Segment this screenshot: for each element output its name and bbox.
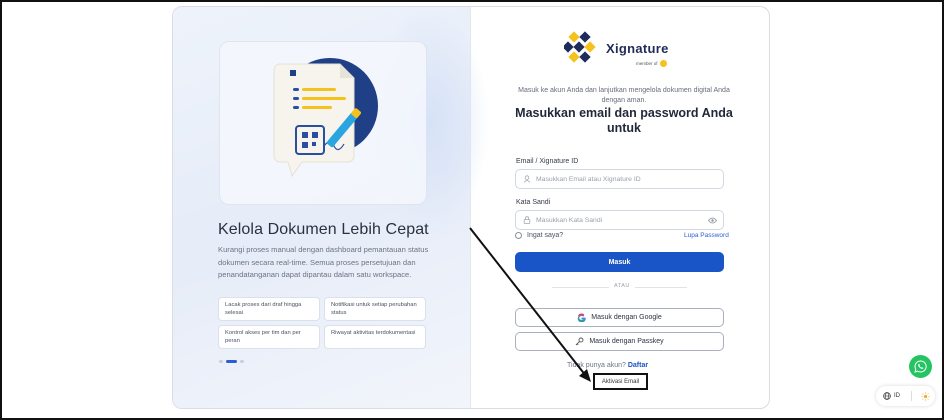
language-label: ID	[894, 393, 900, 399]
language-separator	[911, 391, 912, 401]
theme-sun-icon[interactable]	[921, 391, 930, 401]
globe-icon	[883, 392, 891, 400]
language-widget[interactable]: ID	[876, 386, 935, 406]
annotation-arrow	[469, 227, 591, 382]
whatsapp-icon	[914, 360, 927, 373]
whatsapp-button[interactable]	[909, 355, 932, 378]
